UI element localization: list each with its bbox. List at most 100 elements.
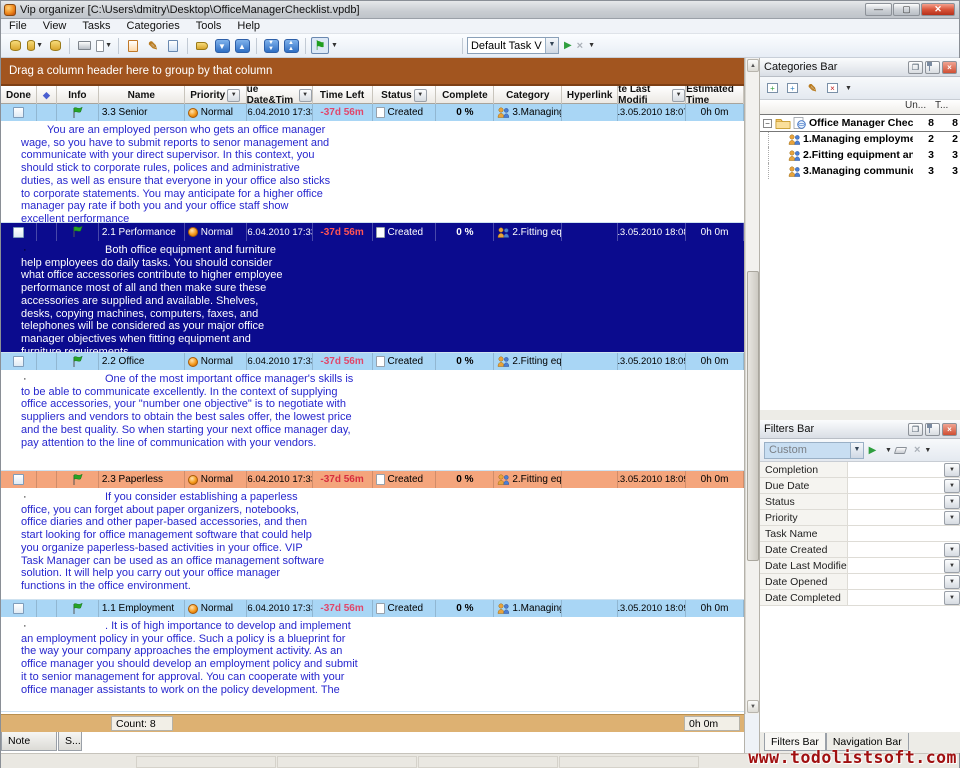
- column-header-attachment[interactable]: ◆: [37, 86, 57, 104]
- menu-help[interactable]: Help: [229, 20, 268, 32]
- filter-value[interactable]: [848, 542, 943, 557]
- filter-dropdown[interactable]: ▼: [944, 559, 960, 573]
- filter-value[interactable]: [848, 462, 943, 477]
- task-description[interactable]: ·. It is of high importance to develop a…: [1, 617, 744, 712]
- flag-filter-button[interactable]: ⚑: [311, 37, 329, 54]
- tab-s[interactable]: S...: [58, 732, 82, 751]
- tree-collapse-icon[interactable]: −: [763, 119, 772, 128]
- filter-dropdown[interactable]: ▼: [944, 575, 960, 589]
- grid-vertical-scrollbar[interactable]: ▲ ▼: [745, 58, 759, 714]
- task-row[interactable]: 2.3 PaperlessNormal06.04.2010 17:33-37d …: [1, 471, 744, 488]
- filter-dropdown[interactable]: ▼: [944, 479, 960, 493]
- filter-value[interactable]: [848, 590, 943, 605]
- scroll-down-arrow-icon[interactable]: ▼: [747, 700, 759, 713]
- open-database-button[interactable]: [6, 37, 24, 54]
- filter-dropdown[interactable]: ▼: [944, 495, 960, 509]
- recent-database-button[interactable]: ▼: [26, 37, 44, 54]
- filter-value[interactable]: [848, 574, 943, 589]
- tree-item[interactable]: 1.Managing employment a22: [760, 131, 960, 147]
- filter-value[interactable]: [848, 558, 943, 573]
- done-checkbox[interactable]: [13, 603, 24, 614]
- scrollbar-thumb[interactable]: [747, 271, 759, 561]
- menu-tools[interactable]: Tools: [188, 20, 230, 32]
- done-checkbox[interactable]: [13, 107, 24, 118]
- clear-view-icon[interactable]: ×: [577, 40, 583, 52]
- filter-dropdown[interactable]: ▼: [944, 543, 960, 557]
- column-header-time-left[interactable]: Time Left: [313, 86, 373, 104]
- task-description[interactable]: You are an employed person who gets an o…: [1, 121, 744, 223]
- edit-task-button[interactable]: ✎: [144, 37, 162, 54]
- move-up-button[interactable]: ▲: [233, 37, 251, 54]
- column-filter-dropdown[interactable]: ▼: [299, 89, 312, 102]
- move-down-button[interactable]: ▼: [213, 37, 231, 54]
- scroll-up-arrow-icon[interactable]: ▲: [747, 59, 759, 72]
- print-button[interactable]: [75, 37, 93, 54]
- task-row[interactable]: 1.1 EmploymentNormal06.04.2010 17:33-37d…: [1, 600, 744, 617]
- filter-value[interactable]: [848, 494, 943, 509]
- new-subcategory-button[interactable]: +: [784, 80, 801, 96]
- save-database-button[interactable]: [46, 37, 64, 54]
- tab-note[interactable]: Note: [1, 732, 57, 751]
- done-checkbox[interactable]: [13, 356, 24, 367]
- panel-close-button[interactable]: ×: [942, 423, 957, 436]
- column-header-category[interactable]: Category: [494, 86, 562, 104]
- column-header-name[interactable]: Name: [99, 86, 185, 104]
- column-filter-dropdown[interactable]: ▼: [672, 89, 685, 102]
- task-view-combobox[interactable]: Default Task V ▼: [467, 37, 559, 54]
- delete-task-button[interactable]: [164, 37, 182, 54]
- minimize-button[interactable]: —: [865, 3, 892, 16]
- title-bar[interactable]: Vip organizer [C:\Users\dmitry\Desktop\O…: [1, 1, 959, 19]
- task-description[interactable]: ·If you consider establishing a paperles…: [1, 488, 744, 600]
- filter-dropdown[interactable]: ▼: [944, 591, 960, 605]
- new-task-button[interactable]: [124, 37, 142, 54]
- chevron-down-icon[interactable]: ▼: [331, 42, 338, 49]
- collapse-all-button[interactable]: ▲▲: [282, 37, 300, 54]
- cancel-filter-icon[interactable]: ×: [914, 444, 920, 456]
- group-by-bar[interactable]: Drag a column header here to group by th…: [1, 58, 744, 86]
- task-row[interactable]: 2.1 PerformanceNormal06.04.2010 17:33-37…: [1, 223, 744, 241]
- column-filter-dropdown[interactable]: ▼: [227, 89, 240, 102]
- tree-item[interactable]: 3.Managing communicatio33: [760, 163, 960, 179]
- column-header-te-last-modifi[interactable]: te Last Modifi▼: [618, 86, 686, 104]
- filter-dropdown[interactable]: ▼: [944, 511, 960, 525]
- filter-value[interactable]: [848, 526, 960, 541]
- column-header-info[interactable]: Info: [57, 86, 99, 104]
- filter-value[interactable]: [848, 510, 943, 525]
- filter-dropdown[interactable]: ▼: [944, 463, 960, 477]
- panel-pin-button[interactable]: [925, 423, 940, 436]
- column-header-priority[interactable]: Priority▼: [185, 86, 247, 104]
- new-category-button[interactable]: +: [764, 80, 781, 96]
- menu-categories[interactable]: Categories: [119, 20, 188, 32]
- panel-restore-button[interactable]: ❐: [908, 423, 923, 436]
- panel-pin-button[interactable]: [925, 61, 940, 74]
- clear-filter-button[interactable]: [892, 442, 909, 458]
- chevron-down-icon[interactable]: ▼: [924, 447, 931, 454]
- column-header-complete[interactable]: Complete: [436, 86, 494, 104]
- panel-close-button[interactable]: ×: [942, 61, 957, 74]
- column-filter-dropdown[interactable]: ▼: [414, 89, 427, 102]
- edit-category-button[interactable]: ✎: [804, 80, 821, 96]
- delete-category-button[interactable]: ×: [824, 80, 841, 96]
- chevron-down-icon[interactable]: ▼: [588, 42, 595, 49]
- chevron-down-icon[interactable]: ▼: [885, 447, 892, 454]
- tree-col-total[interactable]: T...: [935, 100, 960, 114]
- done-checkbox[interactable]: [13, 474, 24, 485]
- tree-col-unfinished[interactable]: Un...: [905, 100, 935, 114]
- column-header-hyperlink[interactable]: Hyperlink: [562, 86, 618, 104]
- menu-file[interactable]: File: [1, 20, 35, 32]
- apply-view-icon[interactable]: ▶: [564, 40, 572, 51]
- menu-tasks[interactable]: Tasks: [74, 20, 118, 32]
- print-preview-button[interactable]: ▼: [95, 37, 113, 54]
- expand-all-button[interactable]: ▼▼: [262, 37, 280, 54]
- task-row[interactable]: 3.3 SeniorNormal06.04.2010 17:33-37d 56m…: [1, 104, 744, 121]
- maximize-button[interactable]: ▢: [893, 3, 920, 16]
- panel-restore-button[interactable]: ❐: [908, 61, 923, 74]
- column-header-status[interactable]: Status▼: [373, 86, 437, 104]
- column-header-ue-date-tim[interactable]: ue Date&Tim▼: [247, 86, 313, 104]
- task-description[interactable]: ·One of the most important office manage…: [1, 370, 744, 471]
- close-button[interactable]: ✕: [921, 3, 955, 16]
- chevron-down-icon[interactable]: ▼: [545, 38, 558, 53]
- chevron-down-icon[interactable]: ▼: [845, 85, 852, 92]
- filter-value[interactable]: [848, 478, 943, 493]
- tree-item[interactable]: 2.Fitting equipment and fu33: [760, 147, 960, 163]
